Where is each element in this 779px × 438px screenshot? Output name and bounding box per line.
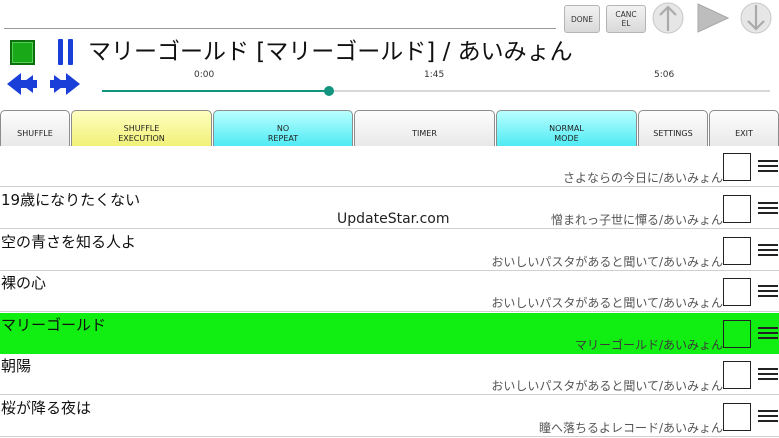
song-list: さよならの今日に/あいみょん 19歳になりたくない 憎まれっ子世に憚る/あいみょ… [0,146,779,438]
search-underline[interactable] [4,28,556,29]
rewind-icon[interactable] [5,70,39,98]
drag-handle-icon[interactable] [758,244,778,258]
song-title: 裸の心 [1,274,47,292]
song-album-artist: マリーゴールド/あいみょん [574,338,723,353]
progress-bar[interactable] [102,86,770,96]
drag-handle-icon[interactable] [758,160,778,174]
time-current: 1:45 [424,70,445,80]
song-checkbox[interactable] [723,195,751,223]
song-title: マリーゴールド [1,316,107,334]
song-checkbox[interactable] [723,320,751,348]
drag-handle-icon[interactable] [758,410,778,424]
song-album-artist: 瞳へ落ちるよレコード/あいみょん [538,421,723,436]
song-checkbox[interactable] [723,153,751,181]
song-album-artist: おいしいパスタがあると聞いて/あいみょん [491,296,723,311]
now-playing-title: マリーゴールド [マリーゴールド] / あいみょん [88,39,573,65]
arrow-up-icon[interactable] [651,2,685,34]
song-checkbox[interactable] [723,361,751,389]
song-row[interactable]: さよならの今日に/あいみょん [0,146,779,188]
song-row[interactable]: 朝陽 おいしいパスタがあると聞いて/あいみょん [0,354,779,396]
cancel-button[interactable]: CANC EL [606,5,646,33]
song-title: 19歳になりたくない [1,191,141,209]
watermark: UpdateStar.com [337,211,450,227]
song-title: 朝陽 [1,357,32,375]
song-album-artist: さよならの今日に/あいみょん [562,171,723,186]
song-title: 空の青さを知る人よ [1,233,137,251]
stop-icon[interactable] [10,40,35,65]
song-checkbox[interactable] [723,237,751,265]
pause-icon[interactable] [55,39,77,67]
song-album-artist: 憎まれっ子世に憚る/あいみょん [550,213,723,228]
song-row[interactable]: 裸の心 おいしいパスタがあると聞いて/あいみょん [0,271,779,313]
song-row-active[interactable]: マリーゴールド マリーゴールド/あいみょん [0,313,779,355]
song-row[interactable]: 桜が降る夜は 瞳へ落ちるよレコード/あいみょん [0,396,779,438]
time-end: 5:06 [654,70,675,80]
song-album-artist: おいしいパスタがあると聞いて/あいみょん [491,379,723,394]
arrow-down-icon[interactable] [739,2,773,34]
drag-handle-icon[interactable] [758,368,778,382]
song-row[interactable]: 空の青さを知る人よ おいしいパスタがあると聞いて/あいみょん [0,230,779,272]
song-checkbox[interactable] [723,403,751,431]
song-checkbox[interactable] [723,278,751,306]
play-icon[interactable] [695,2,729,34]
drag-handle-icon[interactable] [758,327,778,341]
fast-forward-icon[interactable] [48,70,82,98]
drag-handle-icon[interactable] [758,202,778,216]
drag-handle-icon[interactable] [758,285,778,299]
progress-thumb[interactable] [324,86,335,96]
song-album-artist: おいしいパスタがあると聞いて/あいみょん [491,255,723,270]
done-button[interactable]: DONE [564,5,600,33]
song-title: 桜が降る夜は [1,399,92,417]
time-start: 0:00 [194,70,215,80]
progress-fill [102,90,330,92]
